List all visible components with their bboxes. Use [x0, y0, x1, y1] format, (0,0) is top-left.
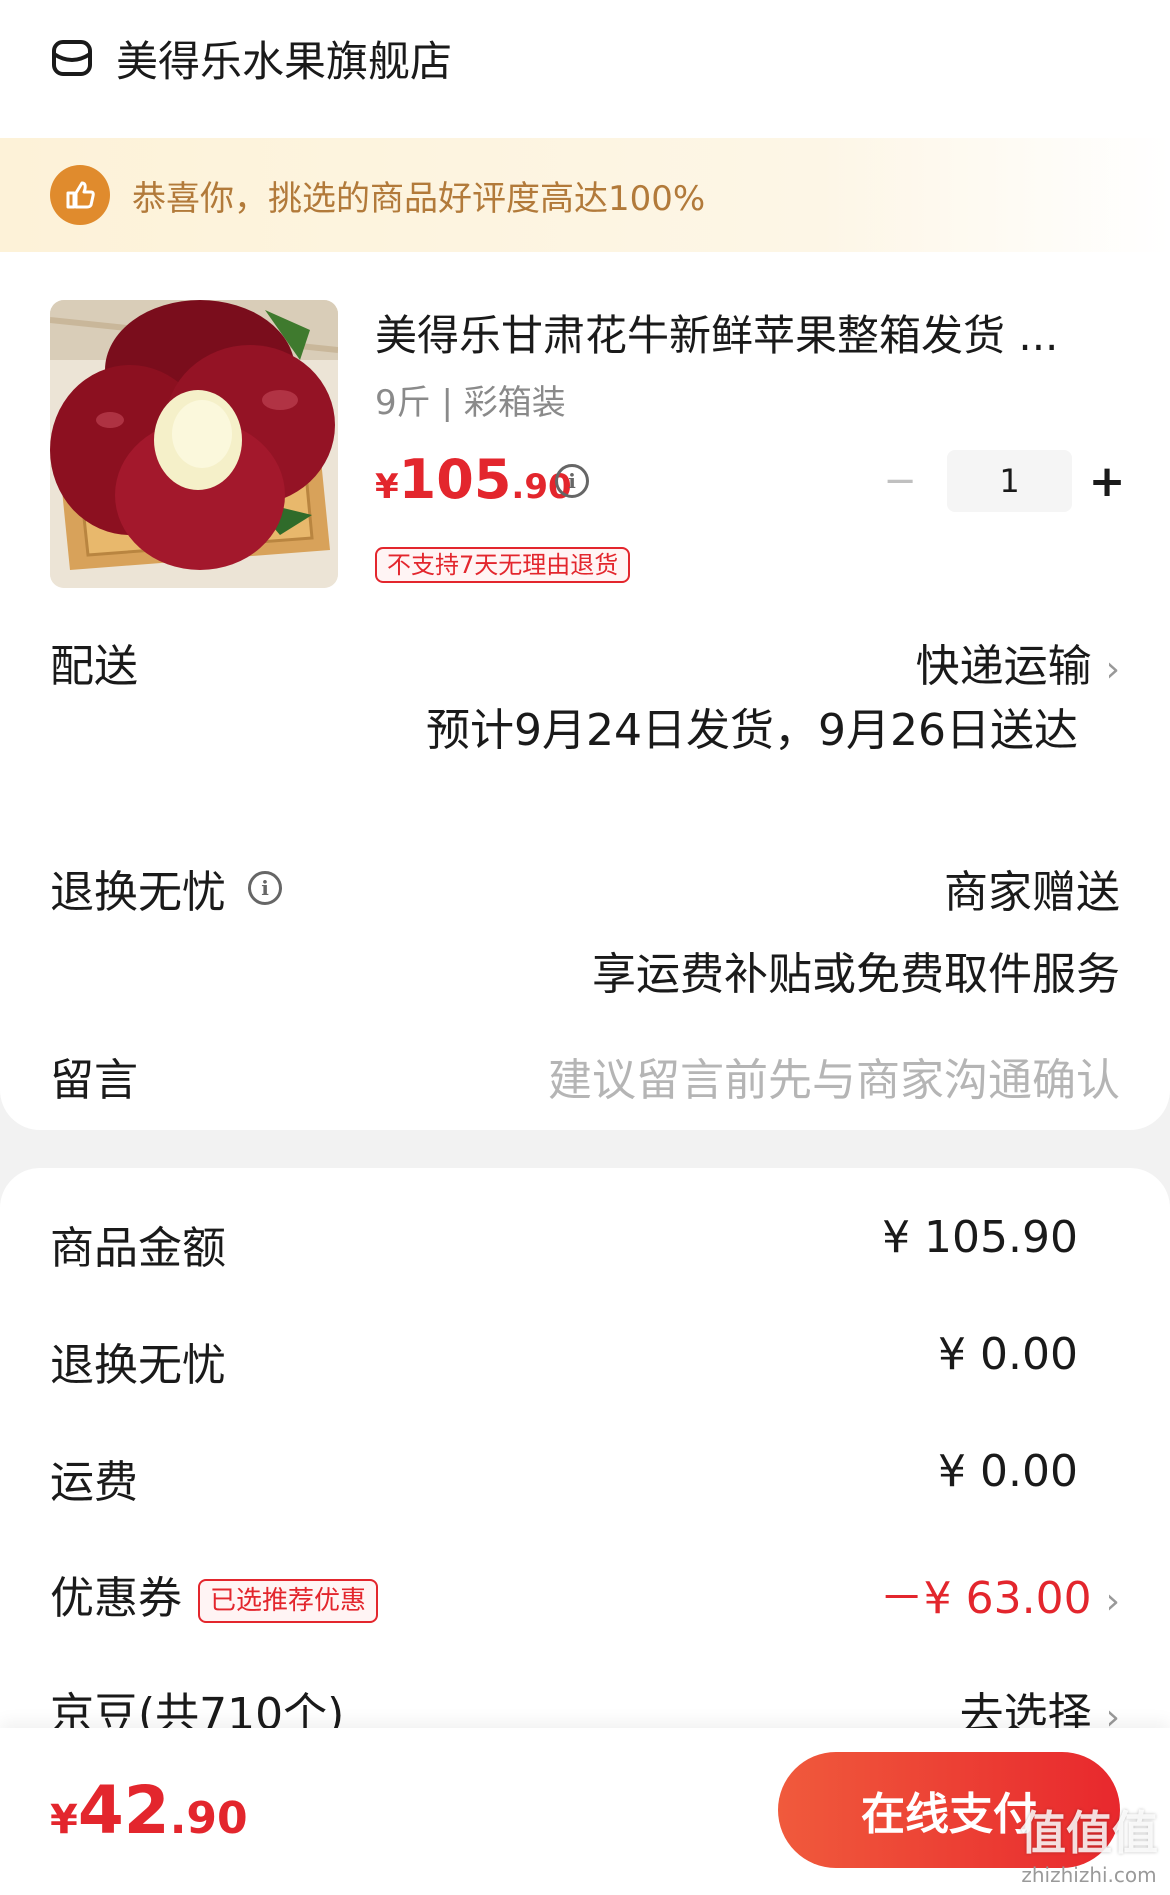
- delivery-method-text: 快递运输: [915, 641, 1092, 692]
- return-service-detail: 享运费补贴或免费取件服务: [592, 949, 1120, 1000]
- chevron-right-icon: ›: [1105, 1580, 1120, 1622]
- total-integer: 42: [77, 1772, 170, 1849]
- price-summary-card: 商品金额 ¥ 105.90 退换无忧 ¥ 0.00 运费 ¥ 0.00 优惠券已…: [0, 1168, 1170, 1740]
- return-fee-value: ¥ 0.00: [938, 1329, 1078, 1380]
- price-currency: ¥: [375, 467, 399, 507]
- product-title[interactable]: 美得乐甘肃花牛新鲜苹果整箱发货 ...: [375, 302, 1115, 363]
- info-icon[interactable]: i: [555, 464, 589, 498]
- store-icon: [52, 40, 92, 76]
- product-price: ¥ 105 .90: [375, 448, 572, 511]
- goods-amount-label: 商品金额: [50, 1223, 226, 1274]
- pay-bar: ¥ 42 .90 在线支付 值值值 zhizhizhi.com: [0, 1728, 1170, 1895]
- delivery-method[interactable]: 快递运输 ›: [916, 630, 1120, 694]
- total-price: ¥ 42 .90: [50, 1772, 248, 1849]
- total-decimal: .90: [169, 1793, 248, 1844]
- total-currency: ¥: [50, 1797, 78, 1843]
- goods-amount-value: ¥ 105.90: [882, 1212, 1078, 1263]
- decrease-button[interactable]: −: [880, 458, 920, 504]
- shipping-label: 运费: [50, 1457, 138, 1508]
- product-spec: 9斤 | 彩箱装: [375, 383, 566, 423]
- coupon-row: 优惠券 已选推荐优惠: [50, 1562, 379, 1626]
- praise-text: 恭喜你，挑选的商品好评度高达100%: [132, 178, 706, 219]
- coupon-tag: 已选推荐优惠: [198, 1579, 379, 1623]
- store-name: 美得乐水果旗舰店: [116, 36, 453, 86]
- return-service-value: 商家赠送: [944, 867, 1120, 918]
- watermark: 值值值 zhizhizhi.com: [1020, 1797, 1158, 1887]
- coupon-selector[interactable]: －¥ 63.00 ›: [880, 1562, 1120, 1626]
- price-integer: 105: [398, 448, 512, 511]
- chevron-right-icon: ›: [1105, 648, 1120, 690]
- store-header[interactable]: 美得乐水果旗舰店: [50, 22, 452, 94]
- order-card: 美得乐水果旗舰店 恭喜你，挑选的商品好评度高达100% 美得乐甘肃花牛新鲜苹果整…: [0, 0, 1170, 1130]
- no-return-tag: 不支持7天无理由退货: [375, 547, 631, 583]
- praise-banner: 恭喜你，挑选的商品好评度高达100%: [0, 138, 1170, 252]
- quantity-input[interactable]: 1: [947, 450, 1072, 512]
- product-image[interactable]: [50, 300, 338, 588]
- watermark-main: 值值值: [1020, 1806, 1158, 1860]
- message-input[interactable]: 建议留言前先与商家沟通确认: [548, 1044, 1120, 1108]
- shipping-value: ¥ 0.00: [938, 1446, 1078, 1497]
- coupon-value: －¥ 63.00: [879, 1573, 1092, 1624]
- thumbs-up-icon: [50, 165, 110, 225]
- coupon-label: 优惠券: [50, 1573, 182, 1624]
- info-icon[interactable]: i: [248, 871, 282, 905]
- quantity-stepper: − 1 +: [880, 450, 1127, 512]
- delivery-estimate: 预计9月24日发货，9月26日送达: [426, 705, 1078, 756]
- increase-button[interactable]: +: [1087, 456, 1127, 507]
- return-service-label: 退换无忧: [50, 867, 226, 918]
- return-fee-label: 退换无忧: [50, 1340, 226, 1391]
- watermark-sub: zhizhizhi.com: [1021, 1863, 1157, 1887]
- message-label: 留言: [50, 1055, 138, 1106]
- return-service-row: 退换无忧 i: [50, 856, 282, 920]
- delivery-label: 配送: [50, 641, 138, 692]
